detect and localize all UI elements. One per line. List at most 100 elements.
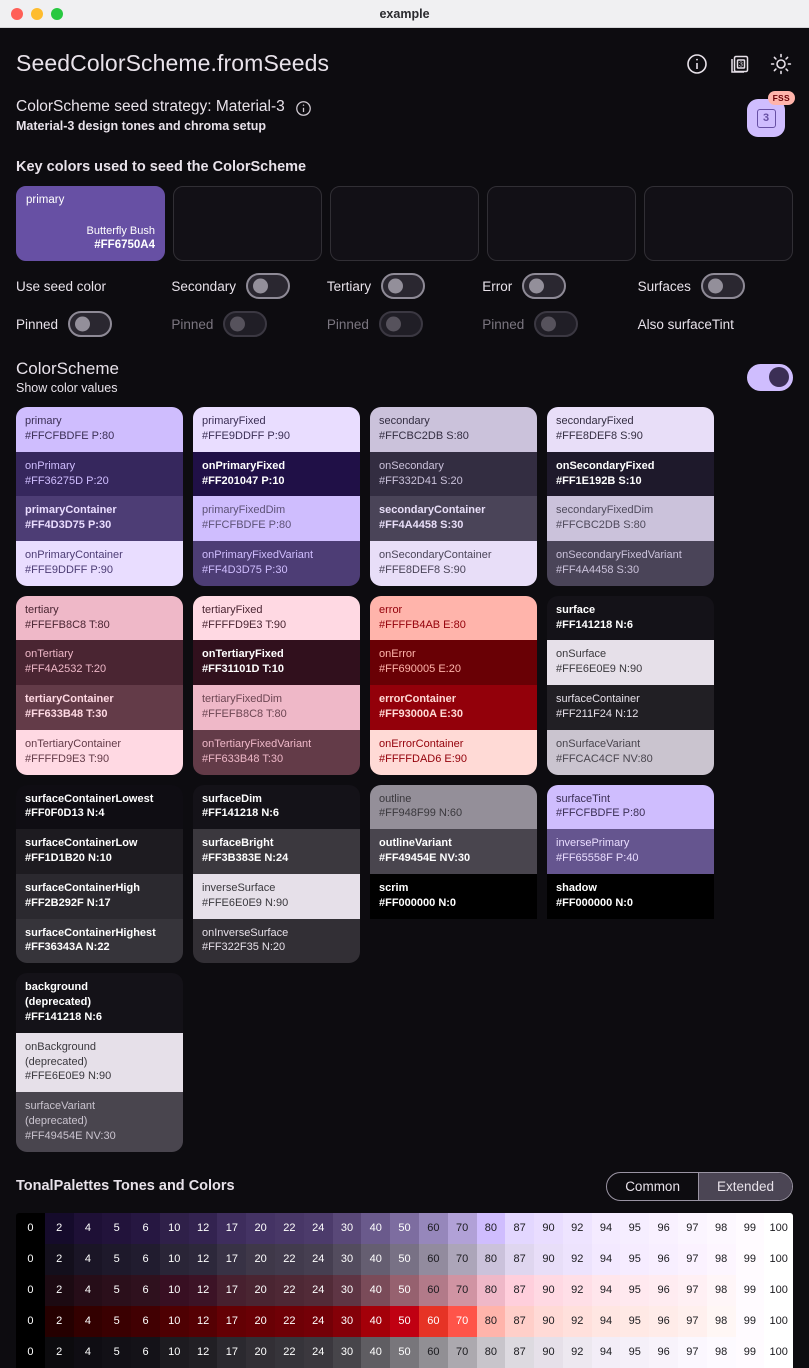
palette-tone-cell[interactable]: 50 (390, 1243, 419, 1275)
strategy-info-icon[interactable] (285, 97, 312, 122)
palette-tone-cell[interactable]: 98 (706, 1243, 736, 1275)
color-swatch-primaryFixedDim[interactable]: primaryFixedDim #FFCFBDFE P:80 (193, 496, 360, 542)
palette-tone-cell[interactable]: 92 (562, 1212, 592, 1244)
palette-tone-cell[interactable]: 97 (677, 1336, 707, 1368)
palette-tone-cell[interactable]: 0 (16, 1243, 45, 1275)
close-button[interactable] (11, 7, 23, 20)
palette-tone-cell[interactable]: 17 (217, 1305, 247, 1337)
color-swatch-onPrimaryFixedVariant[interactable]: onPrimaryFixedVariant #FF4D3D75 P:30 (193, 541, 360, 586)
palette-tone-cell[interactable]: 40 (361, 1305, 391, 1337)
color-swatch-onPrimary[interactable]: onPrimary #FF36275D P:20 (16, 451, 183, 497)
color-swatch-surfaceContainerLowest[interactable]: surfaceContainerLowest #FF0F0D13 N:4 (16, 784, 183, 830)
palette-tone-cell[interactable]: 20 (246, 1336, 276, 1368)
palette-tone-cell[interactable]: 97 (677, 1305, 707, 1337)
palette-tone-cell[interactable]: 24 (303, 1212, 333, 1244)
palette-tone-cell[interactable]: 24 (303, 1305, 333, 1337)
palette-tone-cell[interactable]: 30 (332, 1243, 362, 1275)
color-swatch-onPrimaryFixed[interactable]: onPrimaryFixed #FF201047 P:10 (193, 451, 360, 497)
minimize-button[interactable] (31, 7, 43, 20)
window-controls[interactable] (0, 7, 63, 20)
palette-tone-cell[interactable]: 92 (562, 1274, 592, 1306)
palette-tone-cell[interactable]: 100 (764, 1212, 793, 1244)
palette-tone-cell[interactable]: 6 (131, 1243, 160, 1275)
palette-tone-cell[interactable]: 99 (735, 1305, 765, 1337)
palette-tone-cell[interactable]: 94 (591, 1305, 621, 1337)
palette-tone-cell[interactable]: 40 (361, 1336, 391, 1368)
color-swatch-tertiary[interactable]: tertiary #FFEFB8C8 T:80 (16, 595, 183, 641)
palette-tone-cell[interactable]: 24 (303, 1274, 333, 1306)
palette-tone-cell[interactable]: 100 (764, 1243, 793, 1275)
color-swatch-scrim[interactable]: scrim #FF000000 N:0 (370, 873, 537, 919)
palette-tone-cell[interactable]: 24 (303, 1336, 333, 1368)
palette-tone-cell[interactable]: 30 (332, 1305, 362, 1337)
palette-view-tabs[interactable]: Common Extended (606, 1171, 793, 1201)
seed-strategy-badge-button[interactable]: 3 FSS (747, 91, 795, 139)
color-swatch-onSecondaryContainer[interactable]: onSecondaryContainer #FFE8DEF8 S:90 (370, 541, 537, 586)
palette-tone-cell[interactable]: 20 (246, 1305, 276, 1337)
color-swatch-secondaryFixed[interactable]: secondaryFixed #FFE8DEF8 S:90 (547, 407, 714, 452)
color-swatch-secondaryContainer[interactable]: secondaryContainer #FF4A4458 S:30 (370, 496, 537, 542)
color-swatch-surfaceContainer[interactable]: surfaceContainer #FF211F24 N:12 (547, 685, 714, 730)
color-swatch-errorContainer[interactable]: errorContainer #FF93000A E:30 (370, 685, 537, 730)
palette-tone-cell[interactable]: 99 (735, 1336, 765, 1368)
palette-tone-cell[interactable]: 22 (275, 1336, 304, 1368)
color-swatch-inversePrimary[interactable]: inversePrimary #FF65558F P:40 (547, 829, 714, 874)
palette-tone-cell[interactable]: 12 (188, 1336, 218, 1368)
palette-tone-cell[interactable]: 10 (159, 1212, 189, 1244)
toggle-pinned-1[interactable] (223, 311, 268, 337)
color-swatch-onTertiaryFixedVariant[interactable]: onTertiaryFixedVariant #FF633B48 T:30 (193, 729, 360, 775)
palette-tone-cell[interactable]: 80 (476, 1274, 506, 1306)
palette-tone-cell[interactable]: 50 (390, 1212, 419, 1244)
palette-tone-cell[interactable]: 60 (418, 1212, 448, 1244)
palette-tone-cell[interactable]: 98 (706, 1212, 736, 1244)
palette-tone-cell[interactable]: 50 (390, 1274, 419, 1306)
toggle-tertiary[interactable] (381, 273, 426, 299)
palette-tone-cell[interactable]: 95 (620, 1305, 650, 1337)
palette-tone-cell[interactable]: 96 (649, 1305, 678, 1337)
palette-tone-cell[interactable]: 50 (390, 1336, 419, 1368)
color-swatch-surfaceBright[interactable]: surfaceBright #FF3B383E N:24 (193, 829, 360, 874)
palette-tone-cell[interactable]: 20 (246, 1243, 276, 1275)
palette-tone-cell[interactable]: 6 (131, 1212, 160, 1244)
key-color-card-2[interactable] (330, 186, 479, 261)
color-swatch-onSurfaceVariant[interactable]: onSurfaceVariant #FFCAC4CF NV:80 (547, 729, 714, 775)
palette-tone-cell[interactable]: 60 (418, 1274, 448, 1306)
palette-tone-cell[interactable]: 4 (73, 1212, 103, 1244)
palette-tone-cell[interactable]: 30 (332, 1274, 362, 1306)
toggle-pinned-2[interactable] (378, 311, 423, 337)
palette-tone-cell[interactable]: 4 (73, 1336, 103, 1368)
palette-tone-cell[interactable]: 90 (534, 1274, 563, 1306)
color-swatch-onSecondaryFixedVariant[interactable]: onSecondaryFixedVariant #FF4A4458 S:30 (547, 541, 714, 586)
palette-tone-cell[interactable]: 95 (620, 1274, 650, 1306)
palette-tone-cell[interactable]: 80 (476, 1243, 506, 1275)
palette-tone-cell[interactable]: 22 (275, 1212, 304, 1244)
palette-tone-cell[interactable]: 100 (764, 1274, 793, 1306)
palette-tone-cell[interactable]: 20 (246, 1212, 276, 1244)
copy-schemes-icon[interactable]: 3 (727, 52, 751, 76)
palette-tone-cell[interactable]: 5 (102, 1243, 132, 1275)
color-swatch-secondaryFixedDim[interactable]: secondaryFixedDim #FFCBC2DB S:80 (547, 496, 714, 542)
color-swatch-onSurface[interactable]: onSurface #FFE6E0E9 N:90 (547, 640, 714, 686)
color-swatch-surfaceDim[interactable]: surfaceDim #FF141218 N:6 (193, 784, 360, 830)
palette-tone-cell[interactable]: 87 (505, 1336, 535, 1368)
color-swatch-onSecondary[interactable]: onSecondary #FF332D41 S:20 (370, 451, 537, 497)
palette-tone-cell[interactable]: 90 (534, 1243, 563, 1275)
color-swatch-tertiaryContainer[interactable]: tertiaryContainer #FF633B48 T:30 (16, 685, 183, 730)
palette-tone-cell[interactable]: 80 (476, 1336, 506, 1368)
palette-tone-cell[interactable]: 17 (217, 1336, 247, 1368)
palette-tone-cell[interactable]: 2 (44, 1274, 74, 1306)
color-swatch-surfaceVariant[interactable]: surfaceVariant (deprecated) #FF49454E NV:… (16, 1092, 183, 1152)
palette-tone-cell[interactable]: 97 (677, 1243, 707, 1275)
palette-tone-cell[interactable]: 30 (332, 1212, 362, 1244)
palette-tone-cell[interactable]: 6 (131, 1274, 160, 1306)
toggle-secondary[interactable] (245, 273, 290, 299)
palette-tone-cell[interactable]: 70 (447, 1274, 477, 1306)
color-swatch-onInverseSurface[interactable]: onInverseSurface #FF322F35 N:20 (193, 918, 360, 964)
palette-tone-cell[interactable]: 24 (303, 1243, 333, 1275)
palette-tone-cell[interactable]: 90 (534, 1305, 563, 1337)
palette-tone-cell[interactable]: 95 (620, 1336, 650, 1368)
color-swatch-onPrimaryContainer[interactable]: onPrimaryContainer #FFE9DDFF P:90 (16, 541, 183, 586)
palette-tone-cell[interactable]: 22 (275, 1243, 304, 1275)
tab-extended[interactable]: Extended (697, 1172, 792, 1200)
palette-tone-cell[interactable]: 20 (246, 1274, 276, 1306)
